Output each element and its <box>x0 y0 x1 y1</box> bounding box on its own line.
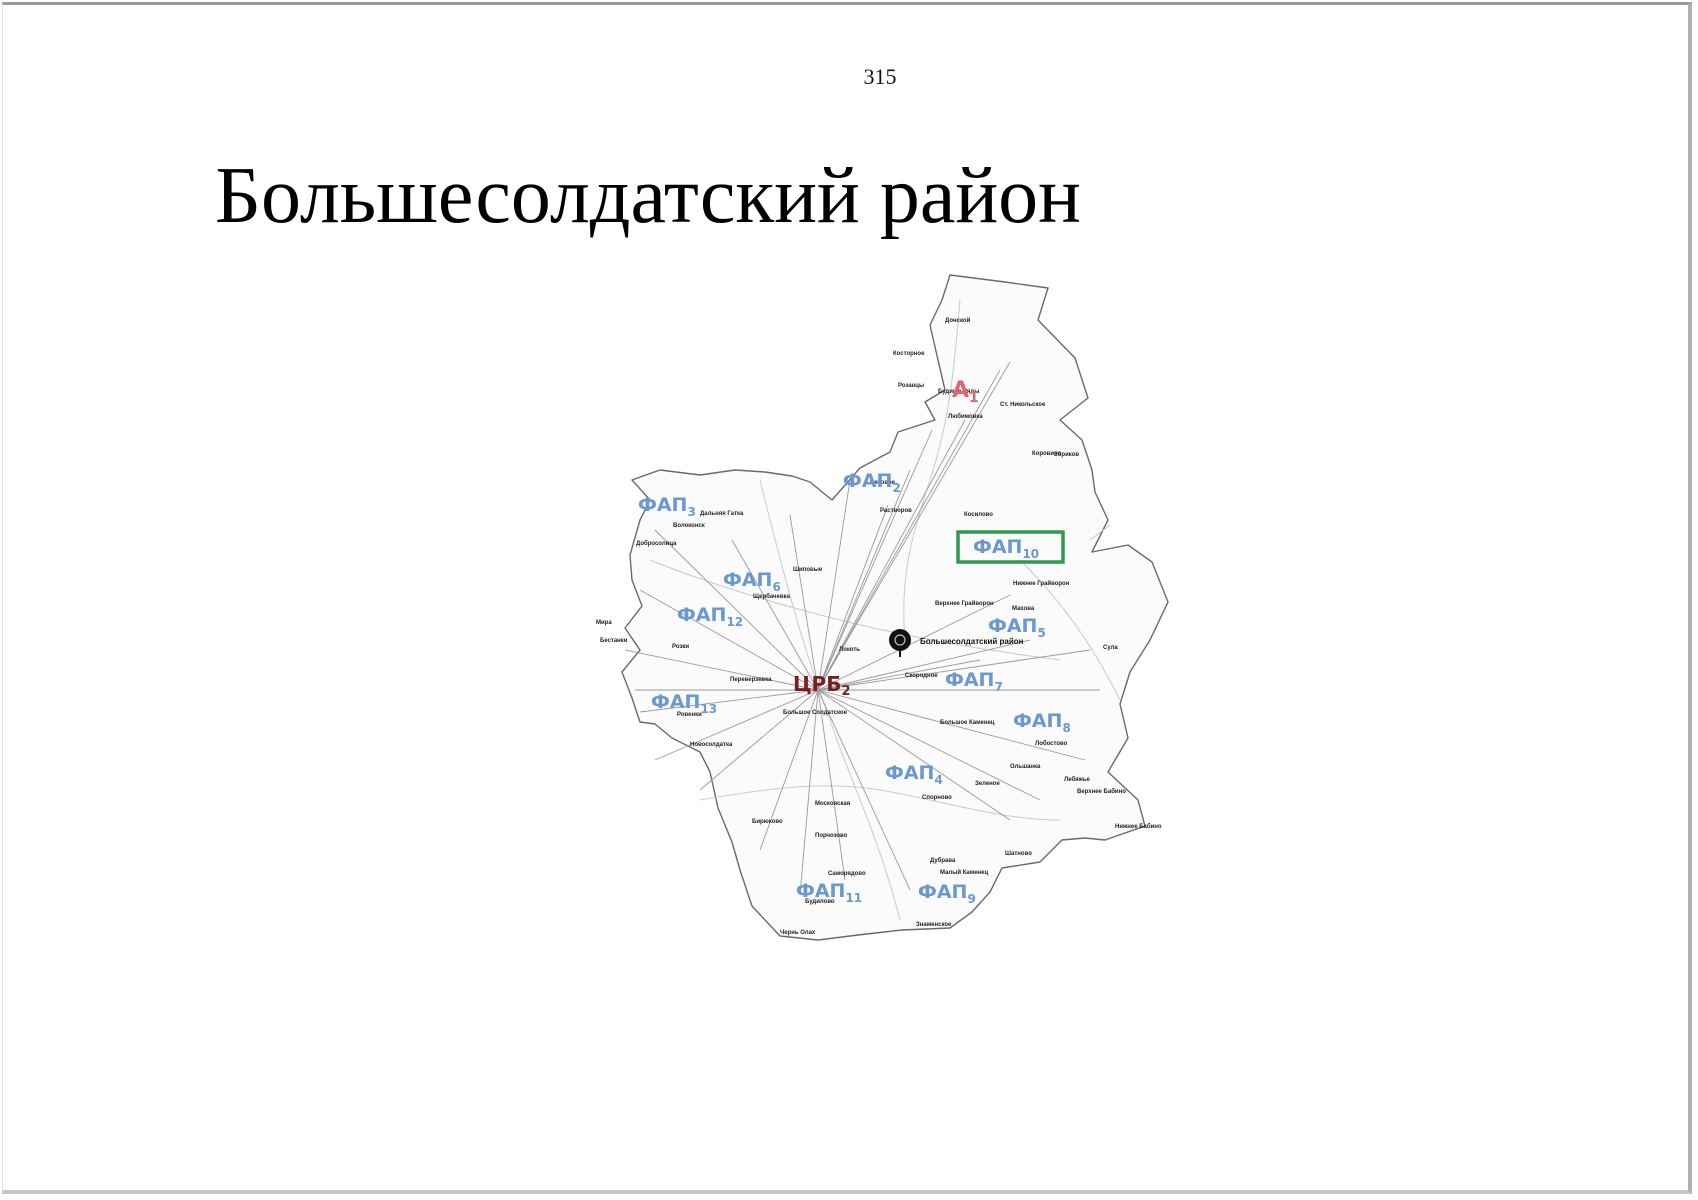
village-label: Малый Каменец <box>940 869 989 876</box>
fap-4-label: ФАП4 <box>885 762 943 787</box>
village-label: Растворов <box>880 508 912 514</box>
village-label: Мира <box>596 620 612 626</box>
village-label: Бирюково <box>752 819 783 825</box>
village-label: Нижнее Бабино <box>1115 823 1162 830</box>
village-label: Чернь Олах <box>780 930 816 936</box>
village-label: Порчозово <box>815 833 848 839</box>
fap-8-label: ФАП8 <box>1013 710 1071 735</box>
village-label: Локоть <box>839 647 860 653</box>
village-label: Лебяжье <box>1064 776 1091 783</box>
district-center-label: Большесолдатский район <box>920 637 1024 646</box>
fap-9-label: ФАП9 <box>918 881 976 906</box>
fap-7-label: ФАП7 <box>945 669 1003 694</box>
village-label: Нижнее Грайворон <box>1013 580 1070 587</box>
village-label: Косторное <box>893 351 925 357</box>
village-label: Щербачевка <box>753 593 791 600</box>
village-label: Дальняя Гатка <box>700 511 744 517</box>
village-label: Косилово <box>964 512 993 518</box>
village-label: Зеленое <box>975 781 1000 787</box>
village-label: Лобостово <box>1035 740 1068 747</box>
fap-6-label: ФАП6 <box>723 569 781 594</box>
village-label: Любимовка <box>948 413 983 420</box>
village-label: Знаменское <box>916 922 952 928</box>
village-label: Ст. Никольское <box>1000 402 1046 408</box>
village-label: Махова <box>1012 606 1035 612</box>
district-map: Большесолдатский район Донской Косторное Р… <box>596 274 1169 941</box>
village-label: Верхнее Грайворон <box>935 600 994 607</box>
village-label: Большое Солдатское <box>783 710 848 716</box>
village-label: Шатново <box>1005 851 1032 857</box>
village-label: Спорново <box>922 795 952 801</box>
village-label: Шиповые <box>793 567 823 573</box>
village-label: Сула <box>1103 645 1118 651</box>
village-label: Розки <box>672 644 689 650</box>
fap-2-label: ФАП2 <box>843 470 901 495</box>
village-label: Добросолица <box>636 540 677 547</box>
district-center-pin-icon <box>889 629 911 651</box>
village-label: Верхнее Бабино <box>1077 788 1126 795</box>
village-label: Волоконск <box>673 523 705 529</box>
village-label: Ольшанка <box>1010 764 1041 770</box>
village-label: Дубрава <box>930 857 956 864</box>
village-label: Большое Каменец <box>940 720 995 726</box>
village-label: Новосолдатка <box>690 742 733 748</box>
fap-3-label: ФАП3 <box>638 494 696 519</box>
village-label: Бестанки <box>600 638 628 644</box>
village-label: Саморядово <box>828 871 866 877</box>
village-label: Переверзевка <box>730 677 772 683</box>
fap-5-label: ФАП5 <box>988 615 1046 640</box>
village-label: Розанцы <box>898 383 924 389</box>
village-label: Донской <box>945 317 971 324</box>
village-label: Московская <box>815 801 851 807</box>
village-label: Зориков <box>1054 452 1079 458</box>
village-label: Скородное <box>905 673 938 679</box>
